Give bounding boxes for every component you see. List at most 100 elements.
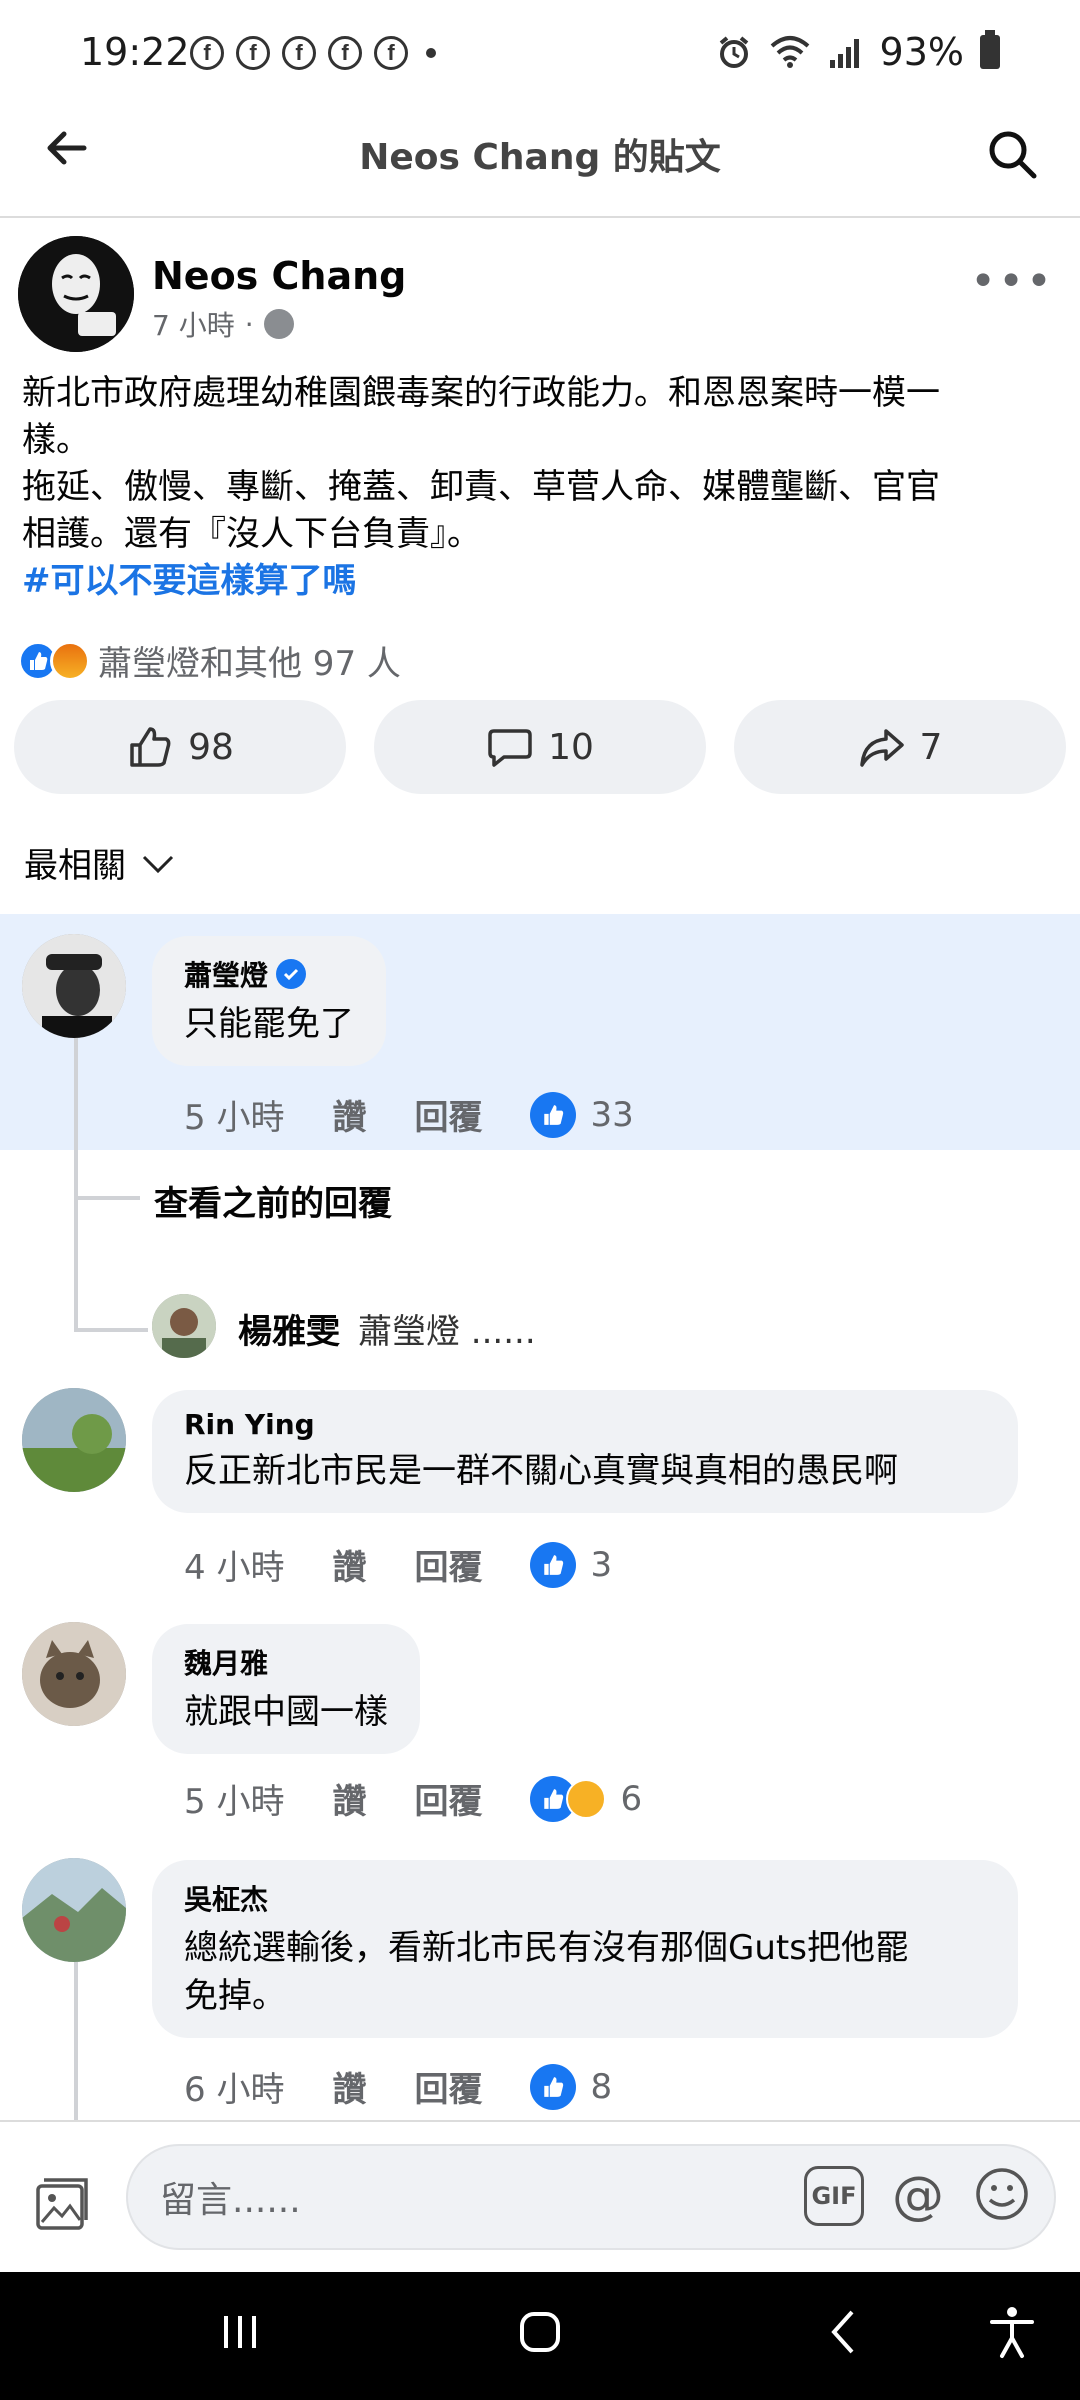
- comment-bubble: Rin Ying 反正新北市民是一群不關心真實與真相的愚民啊: [152, 1390, 1018, 1513]
- reactions-summary[interactable]: 蕭瑩燈和其他 97 人: [18, 636, 401, 685]
- home-button[interactable]: [490, 2302, 590, 2375]
- comment-author[interactable]: 蕭瑩燈: [184, 954, 354, 994]
- view-previous-replies[interactable]: 查看之前的回覆: [154, 1176, 392, 1225]
- sad-reaction-icon: [566, 1778, 607, 1819]
- author-name[interactable]: Neos Chang: [152, 254, 406, 298]
- home-icon: [520, 2312, 560, 2352]
- comment-reply-button[interactable]: 回覆: [414, 1090, 482, 1139]
- comment-count: 10: [548, 726, 594, 768]
- status-time: 19:22: [80, 30, 190, 74]
- mask-avatar-icon: [18, 236, 134, 352]
- reply-preview[interactable]: 楊雅雯 蕭瑩燈 ......: [238, 1304, 536, 1353]
- comment-reply-button[interactable]: 回覆: [414, 1774, 482, 1823]
- like-count: 98: [188, 726, 234, 768]
- top-app-bar: Neos Chang 的貼文: [0, 100, 1080, 218]
- chevron-down-icon: [142, 855, 174, 873]
- more-options-button[interactable]: •••: [970, 256, 1054, 307]
- at-icon: @: [892, 2166, 944, 2226]
- thread-branch: [76, 1196, 140, 1200]
- photo-icon: [36, 2178, 88, 2230]
- comment-time: 4 小時: [184, 1548, 285, 1588]
- verified-badge-icon: [276, 959, 307, 989]
- facebook-notification-icon: f: [374, 36, 408, 70]
- like-reaction-icon: [530, 1091, 577, 1138]
- like-reaction-icon: [530, 2063, 577, 2110]
- share-button[interactable]: 7: [734, 700, 1066, 794]
- comment-time: 5 小時: [184, 1098, 285, 1138]
- comment-author-name[interactable]: 蕭瑩燈: [184, 954, 268, 994]
- comment-reaction-count[interactable]: 6: [620, 1779, 642, 1819]
- commenter-avatar[interactable]: [22, 1622, 126, 1726]
- battery-percent: 93%: [879, 30, 964, 74]
- system-back-button[interactable]: [794, 2302, 894, 2375]
- comment-like-button[interactable]: 讚: [332, 1540, 366, 1589]
- share-arrow-icon: [859, 729, 904, 767]
- comment-actions: 4 小時 讚 回覆 3: [184, 1540, 612, 1589]
- search-button[interactable]: [984, 126, 1040, 182]
- chevron-left-icon: [831, 2310, 854, 2354]
- more-notifications-icon: [426, 48, 436, 58]
- emoji-button[interactable]: [972, 2164, 1032, 2228]
- globe-icon: [263, 309, 294, 339]
- comment-text-line: 總統選輸後，看新北市民有沒有那個Guts把他罷: [184, 1928, 909, 1968]
- sort-dropdown[interactable]: 最相關: [24, 838, 176, 887]
- comment-text-line: 免掉。: [184, 1976, 286, 2016]
- comment-text: 就跟中國一樣: [184, 1692, 388, 1732]
- angry-reaction-icon: [50, 640, 90, 681]
- post-time[interactable]: 7 小時: [152, 304, 235, 344]
- comment-text: 只能罷免了: [184, 1004, 354, 1044]
- post-text-line: 新北市政府處理幼稚園餵毒案的行政能力。和恩恩案時一模一: [22, 373, 940, 413]
- comment-actions: 5 小時 讚 回覆 6: [184, 1774, 642, 1823]
- comment-reply-button[interactable]: 回覆: [414, 1540, 482, 1589]
- gif-icon: GIF: [811, 2182, 857, 2210]
- mention-button[interactable]: @: [888, 2166, 948, 2226]
- comment-composer: 留言...... GIF @: [0, 2120, 1080, 2270]
- thread-line: [74, 1962, 78, 2122]
- accessibility-button[interactable]: [962, 2302, 1062, 2375]
- commenter-avatar[interactable]: [22, 1858, 126, 1962]
- facebook-notification-icon: f: [190, 36, 224, 70]
- gif-button[interactable]: GIF: [804, 2166, 864, 2226]
- search-icon: [989, 131, 1037, 179]
- comment-button[interactable]: 10: [374, 700, 706, 794]
- recent-apps-button[interactable]: [190, 2302, 290, 2375]
- meta-separator: ·: [244, 307, 254, 341]
- comment-like-button[interactable]: 讚: [332, 2062, 366, 2111]
- comment-reply-button[interactable]: 回覆: [414, 2062, 482, 2111]
- commenter-avatar[interactable]: [22, 934, 126, 1038]
- accessibility-icon: [990, 2307, 1034, 2358]
- recents-icon: [224, 2316, 256, 2348]
- comment-reaction-count[interactable]: 8: [590, 2067, 612, 2107]
- post-text-line: 拖延、傲慢、專斷、掩蓋、卸責、草菅人命、媒體壟斷、官官: [22, 467, 940, 507]
- reply-author-name[interactable]: 楊雅雯: [238, 1304, 340, 1353]
- comment-time: 5 小時: [184, 1782, 285, 1822]
- battery-icon: [980, 30, 1000, 69]
- reactions-summary-text: 蕭瑩燈和其他 97 人: [98, 644, 401, 684]
- like-button[interactable]: 98: [14, 700, 346, 794]
- comment-author-name[interactable]: Rin Ying: [184, 1408, 986, 1441]
- add-photo-button[interactable]: [30, 2172, 94, 2236]
- comment-like-button[interactable]: 讚: [332, 1090, 366, 1139]
- hashtag-link[interactable]: #可以不要這樣算了嗎: [22, 558, 1058, 605]
- post-text: 新北市政府處理幼稚園餵毒案的行政能力。和恩恩案時一模一 樣。 拖延、傲慢、專斷、…: [22, 370, 1058, 605]
- comment-actions: 5 小時 讚 回覆 33: [184, 1090, 634, 1139]
- notification-icons: f f f f f: [190, 36, 436, 70]
- comment-author-name[interactable]: 魏月雅: [184, 1642, 388, 1682]
- comment-bubble: 蕭瑩燈 只能罷免了: [152, 936, 386, 1066]
- signal-icon: [829, 39, 859, 68]
- comment-author-name[interactable]: 吳柾杰: [184, 1878, 986, 1918]
- thread-branch: [76, 1328, 148, 1332]
- comment-reaction-count[interactable]: 33: [590, 1095, 633, 1135]
- post-text-line: 樣。: [22, 420, 90, 460]
- thread-line: [74, 1036, 78, 1332]
- comment-like-button[interactable]: 讚: [332, 1774, 366, 1823]
- comment-reaction-count[interactable]: 3: [590, 1545, 612, 1585]
- post-meta: 7 小時 ·: [152, 304, 294, 344]
- author-avatar[interactable]: [18, 236, 134, 352]
- commenter-avatar[interactable]: [22, 1388, 126, 1492]
- page-title: Neos Chang 的貼文: [359, 137, 721, 178]
- comment-bubble: 吳柾杰 總統選輸後，看新北市民有沒有那個Guts把他罷 免掉。: [152, 1860, 1018, 2038]
- reply-author-avatar[interactable]: [152, 1294, 216, 1358]
- comment-bubble: 魏月雅 就跟中國一樣: [152, 1624, 420, 1754]
- facebook-notification-icon: f: [328, 36, 362, 70]
